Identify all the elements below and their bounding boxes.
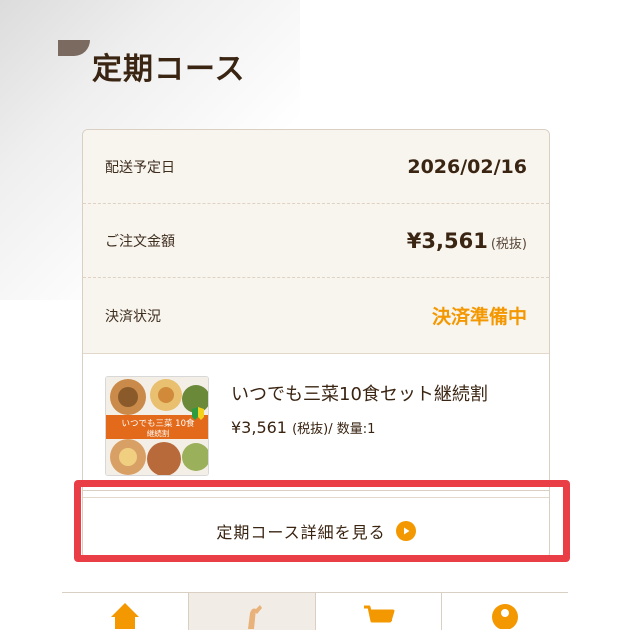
payment-status-label: 決済状況 [105,308,161,325]
product-image-text-2: 継続割 [147,428,170,438]
order-amount-tax: (税抜) [490,236,527,252]
order-amount-price: ¥3,561 [406,228,488,253]
payment-status-badge: 決済準備中 [431,306,527,328]
order-amount-row: ご注文金額 ¥3,561 (税抜) [83,204,549,278]
tab-cart[interactable] [314,593,442,630]
tab-account[interactable] [441,593,568,630]
recipe-icon [247,605,262,629]
product-price-tax: (税抜) [292,422,329,437]
product-quantity: / 数量:1 [328,422,376,437]
tab-recipe[interactable] [187,593,315,630]
cart-icon [364,605,395,623]
product-price-quantity: ¥3,561 (税抜)/ 数量:1 [231,418,375,437]
product-item: いつでも三菜 10食 継続割 いつでも三菜10食セット継続割 ¥3,561 (税… [83,354,549,491]
subscription-card: 配送予定日 2026/02/16 ご注文金額 ¥3,561 (税抜) 決済状況 決… [82,129,550,559]
play-circle-icon [395,520,416,541]
payment-status-row: 決済状況 決済準備中 [83,278,549,354]
product-image-graphic: いつでも三菜 10食 継続割 [106,377,208,475]
bottom-tab-bar [62,592,568,630]
subscription-detail-link[interactable]: 定期コース詳細を見る [83,497,549,558]
delivery-date-row: 配送予定日 2026/02/16 [83,130,549,204]
order-amount-label: ご注文金額 [105,233,175,250]
page-title: 定期コース [92,52,246,87]
delivery-date-label: 配送予定日 [105,159,175,176]
delivery-date-value: 2026/02/16 [407,155,527,178]
subscription-detail-label: 定期コース詳細を見る [216,522,386,542]
home-icon [110,603,139,629]
account-icon [492,604,519,629]
product-price: ¥3,561 [231,418,287,437]
product-image-text-1: いつでも三菜 10食 [121,418,195,429]
product-image: いつでも三菜 10食 継続割 [105,376,209,476]
order-summary: 配送予定日 2026/02/16 ご注文金額 ¥3,561 (税抜) 決済状況 決… [83,130,549,354]
tab-home[interactable] [62,593,188,630]
product-name: いつでも三菜10食セット継続割 [231,384,488,405]
order-amount-value: ¥3,561 (税抜) [407,229,527,253]
